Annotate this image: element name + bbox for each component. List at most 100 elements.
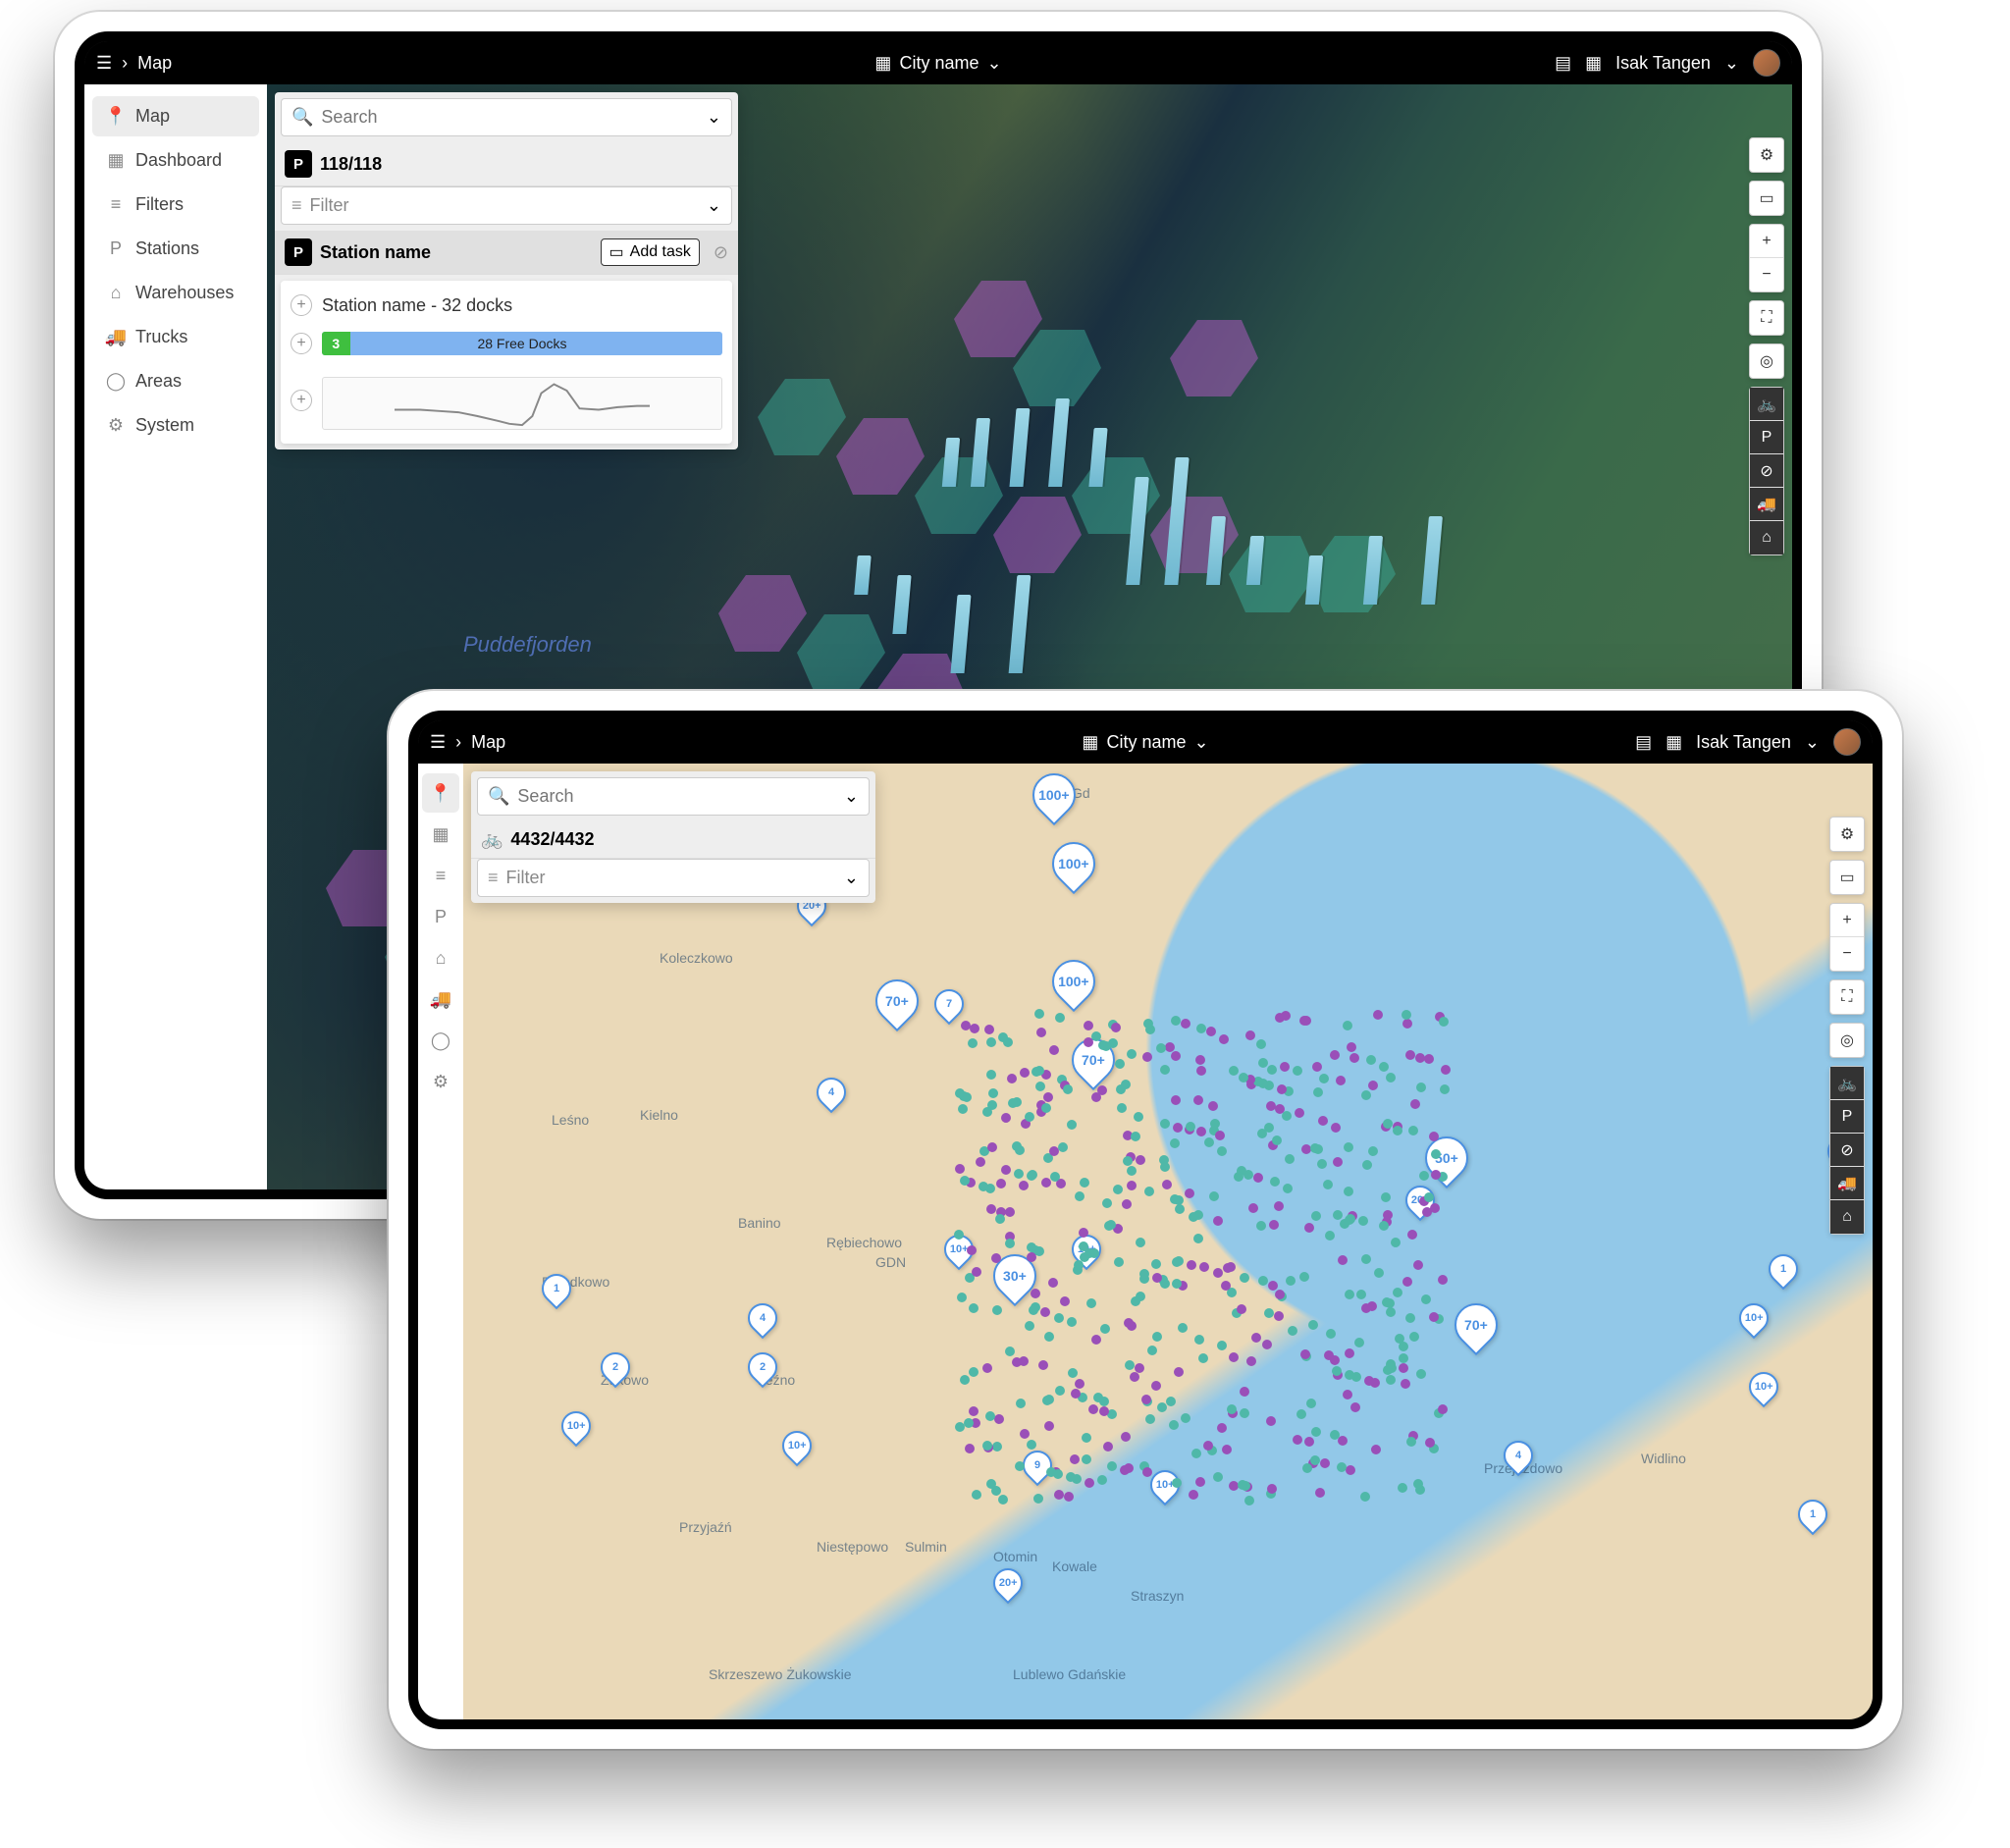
vehicle-dot[interactable] xyxy=(1187,1260,1196,1270)
vehicle-dot[interactable] xyxy=(1246,1356,1256,1366)
vehicle-dot[interactable] xyxy=(1382,1297,1392,1307)
vehicle-dot[interactable] xyxy=(1409,1332,1419,1342)
vehicle-dot[interactable] xyxy=(1001,1113,1011,1123)
layer-parking-button[interactable]: P xyxy=(1830,1100,1864,1134)
vehicle-dot[interactable] xyxy=(992,1305,1002,1315)
vehicle-dot[interactable] xyxy=(955,1164,965,1174)
vehicle-dot[interactable] xyxy=(1079,1228,1088,1238)
vehicle-dot[interactable] xyxy=(1266,1416,1276,1426)
vehicle-dot[interactable] xyxy=(1195,1477,1205,1487)
breadcrumb[interactable]: Map xyxy=(471,732,505,753)
vehicle-dot[interactable] xyxy=(1165,1042,1175,1052)
vehicle-dot[interactable] xyxy=(986,1204,996,1214)
vehicle-dot[interactable] xyxy=(1020,1068,1030,1078)
vehicle-dot[interactable] xyxy=(1036,1028,1046,1037)
vehicle-dot[interactable] xyxy=(1240,1408,1249,1418)
vehicle-dot[interactable] xyxy=(1151,1381,1161,1391)
vehicle-dot[interactable] xyxy=(1344,1187,1353,1196)
vehicle-dot[interactable] xyxy=(1398,1483,1407,1493)
layer-link-button[interactable]: ⊘ xyxy=(1830,1134,1864,1167)
vehicle-dot[interactable] xyxy=(1048,1278,1058,1288)
vehicle-dot[interactable] xyxy=(1361,1090,1371,1100)
vehicle-dot[interactable] xyxy=(1044,1421,1054,1431)
vehicle-dot[interactable] xyxy=(1360,1492,1370,1502)
vehicle-dot[interactable] xyxy=(1100,1324,1110,1334)
vehicle-dot[interactable] xyxy=(1131,1132,1140,1141)
sidebar-item-map[interactable]: 📍 xyxy=(422,773,459,813)
vehicle-dot[interactable] xyxy=(1174,1256,1184,1266)
vehicle-dot[interactable] xyxy=(1152,1332,1162,1342)
vehicle-dot[interactable] xyxy=(1270,1177,1280,1187)
vehicle-dot[interactable] xyxy=(1229,1066,1239,1076)
vehicle-dot[interactable] xyxy=(1099,1406,1109,1416)
vehicle-dot[interactable] xyxy=(1071,1389,1081,1399)
vehicle-dot[interactable] xyxy=(1315,1488,1325,1498)
vehicle-dot[interactable] xyxy=(1097,1085,1107,1095)
layer-link-button[interactable]: ⊘ xyxy=(1750,454,1783,488)
user-name[interactable]: Isak Tangen xyxy=(1615,53,1711,74)
vehicle-dot[interactable] xyxy=(1075,1379,1084,1389)
vehicle-dot[interactable] xyxy=(1221,1281,1231,1291)
vehicle-dot[interactable] xyxy=(1410,1099,1420,1109)
vehicle-dot[interactable] xyxy=(1383,1210,1393,1220)
vehicle-dot[interactable] xyxy=(1288,1326,1297,1336)
vehicle-dot[interactable] xyxy=(1337,1462,1347,1472)
vehicle-dot[interactable] xyxy=(1143,1019,1153,1029)
vehicle-dot[interactable] xyxy=(1406,1437,1416,1447)
vehicle-dot[interactable] xyxy=(1136,1238,1145,1247)
vehicle-dot[interactable] xyxy=(1217,1341,1227,1350)
vehicle-dot[interactable] xyxy=(1194,1335,1204,1345)
vehicle-dot[interactable] xyxy=(1136,1292,1145,1301)
sidebar-item-warehouses[interactable]: ⌂ xyxy=(422,938,459,977)
vehicle-dot[interactable] xyxy=(1001,1165,1011,1175)
vehicle-dot[interactable] xyxy=(1312,1062,1322,1072)
vehicle-dot[interactable] xyxy=(992,1442,1002,1452)
vehicle-dot[interactable] xyxy=(1003,1037,1013,1047)
vehicle-dot[interactable] xyxy=(1264,1123,1274,1133)
vehicle-dot[interactable] xyxy=(1135,1363,1144,1373)
vehicle-dot[interactable] xyxy=(1347,1042,1356,1052)
vehicle-dot[interactable] xyxy=(1393,1126,1402,1135)
vehicle-dot[interactable] xyxy=(1041,1103,1051,1113)
vehicle-dot[interactable] xyxy=(1293,1435,1302,1445)
layer-bike-button[interactable]: 🚲 xyxy=(1750,388,1783,421)
vehicle-dot[interactable] xyxy=(1302,1463,1312,1473)
settings-button[interactable]: ⚙ xyxy=(1830,818,1864,851)
vehicle-dot[interactable] xyxy=(1311,1211,1321,1221)
vehicle-dot[interactable] xyxy=(1262,1340,1272,1349)
vehicle-dot[interactable] xyxy=(1405,1050,1415,1060)
vehicle-dot[interactable] xyxy=(1402,1010,1411,1020)
layers-button[interactable]: ▭ xyxy=(1830,861,1864,894)
vehicle-dot[interactable] xyxy=(1156,1043,1166,1053)
sidebar-item-areas[interactable]: ◯ xyxy=(422,1021,459,1060)
vehicle-dot[interactable] xyxy=(1345,1348,1354,1358)
vehicle-dot[interactable] xyxy=(1219,1034,1229,1044)
vehicle-dot[interactable] xyxy=(1282,1111,1292,1121)
vehicle-dot[interactable] xyxy=(1274,1311,1284,1321)
expand-icon[interactable]: + xyxy=(291,390,312,411)
reset-button[interactable]: ◎ xyxy=(1750,344,1783,378)
vehicle-dot[interactable] xyxy=(1299,1272,1309,1282)
layer-bike-button[interactable]: 🚲 xyxy=(1830,1067,1864,1100)
vehicle-dot[interactable] xyxy=(1005,1346,1015,1356)
vehicle-dot[interactable] xyxy=(976,1157,985,1167)
vehicle-dot[interactable] xyxy=(1267,1484,1277,1494)
vehicle-dot[interactable] xyxy=(1204,1137,1214,1147)
vehicle-dot[interactable] xyxy=(969,1406,979,1416)
vehicle-dot[interactable] xyxy=(1371,1445,1381,1454)
cluster-pin[interactable]: 4 xyxy=(811,1072,852,1113)
vehicle-dot[interactable] xyxy=(1049,1045,1059,1055)
vehicle-dot[interactable] xyxy=(1050,1172,1060,1182)
vehicle-dot[interactable] xyxy=(1217,1423,1227,1433)
vehicle-dot[interactable] xyxy=(1124,1463,1134,1473)
vehicle-dot[interactable] xyxy=(1134,1112,1143,1122)
layer-house-button[interactable]: ⌂ xyxy=(1750,521,1783,554)
vehicle-dot[interactable] xyxy=(1151,1259,1161,1269)
vehicle-dot[interactable] xyxy=(996,1179,1006,1188)
vehicle-dot[interactable] xyxy=(1401,1379,1410,1389)
vehicle-dot[interactable] xyxy=(1191,1449,1201,1458)
vehicle-dot[interactable] xyxy=(1343,1021,1352,1030)
vehicle-dot[interactable] xyxy=(986,1070,996,1080)
vehicle-dot[interactable] xyxy=(1237,1304,1246,1314)
vehicle-dot[interactable] xyxy=(1343,1390,1352,1399)
